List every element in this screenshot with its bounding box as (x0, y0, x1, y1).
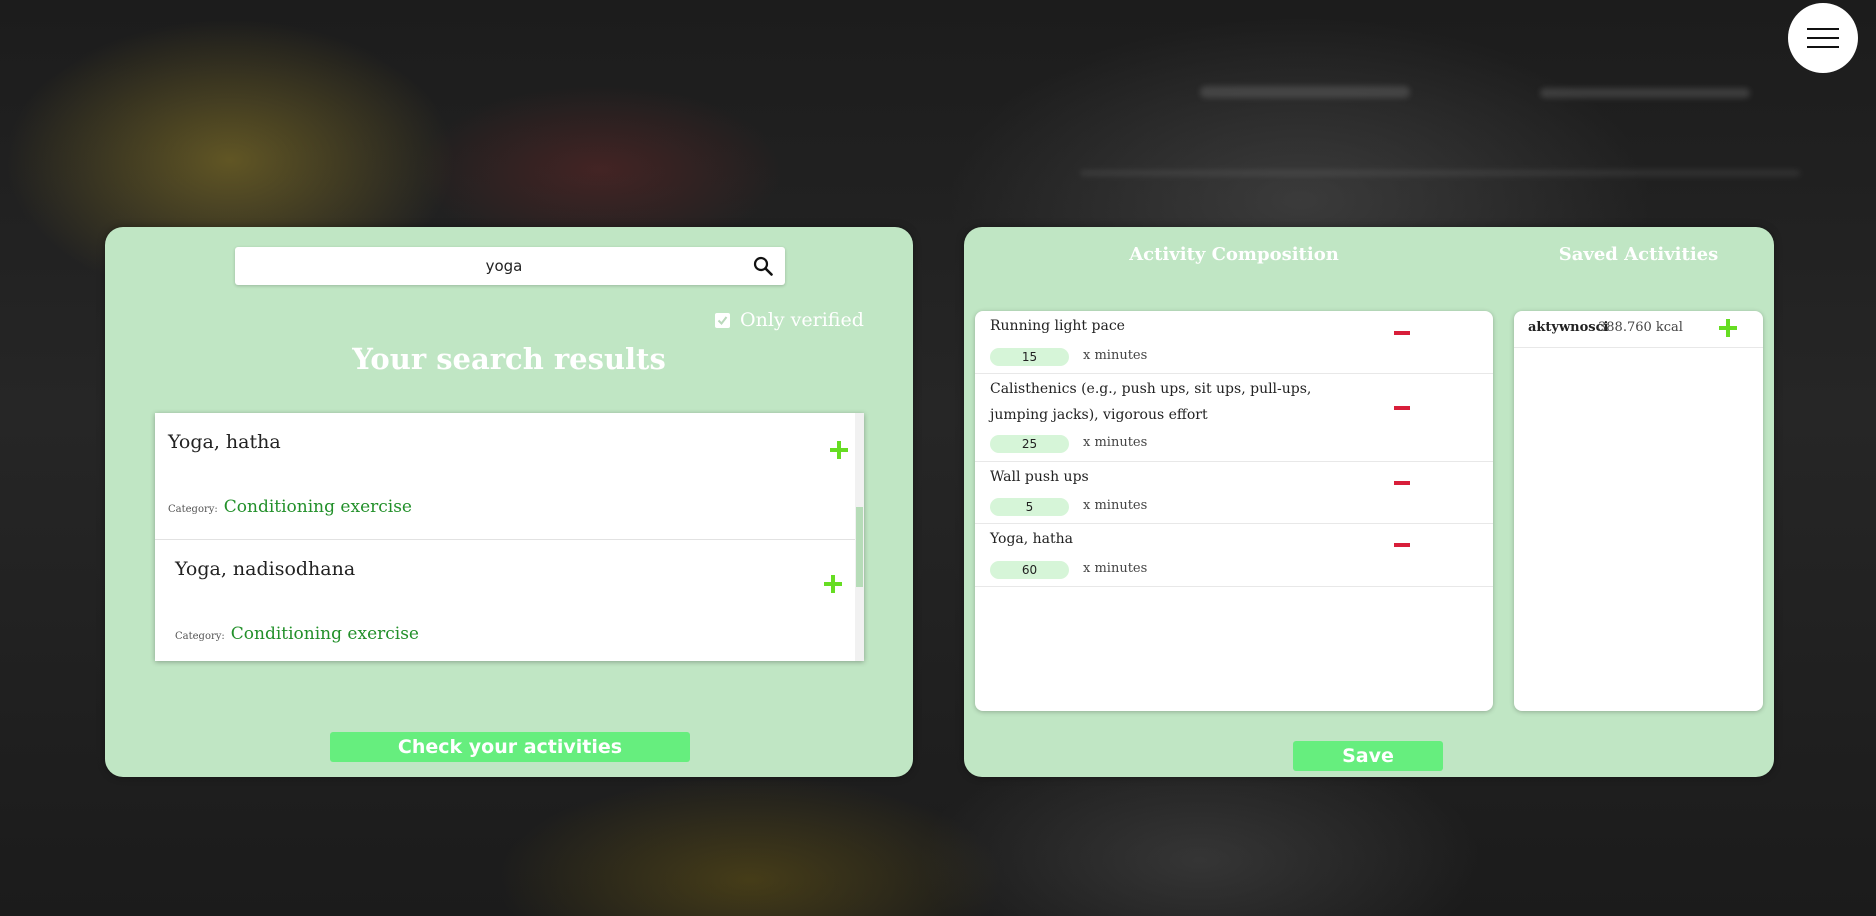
minutes-label: x minutes (1083, 348, 1148, 363)
menu-line (1807, 37, 1839, 39)
menu-line (1807, 46, 1839, 48)
background-blur (1540, 88, 1750, 98)
result-category: Category: Conditioning exercise (175, 624, 419, 644)
only-verified-checkbox[interactable] (715, 312, 730, 328)
composition-panel: Activity Composition Saved Activities Ru… (964, 227, 1774, 777)
composition-row: Wall push ups 5 x minutes (975, 462, 1493, 524)
menu-line (1807, 28, 1839, 30)
background-blur (1200, 86, 1410, 98)
result-item: Yoga, hatha Category: Conditioning exerc… (155, 413, 855, 540)
minutes-input[interactable]: 60 (990, 561, 1069, 579)
composition-activity-name: Wall push ups (990, 469, 1089, 485)
check-icon (717, 315, 728, 325)
result-name: Yoga, nadisodhana (175, 558, 356, 580)
category-label: Category: (168, 504, 218, 515)
hamburger-menu-button[interactable] (1788, 3, 1858, 73)
result-category: Category: Conditioning exercise (168, 497, 412, 517)
activity-composition-title: Activity Composition (1129, 244, 1339, 265)
results-scrollbar[interactable] (855, 413, 864, 661)
search-results-list[interactable]: Yoga, hatha Category: Conditioning exerc… (155, 413, 864, 661)
remove-activity-icon[interactable] (1394, 543, 1410, 547)
result-name: Yoga, hatha (168, 431, 281, 453)
saved-activity-kcal: 388.760 kcal (1598, 320, 1683, 335)
results-title: Your search results (352, 342, 666, 376)
remove-activity-icon[interactable] (1394, 481, 1410, 485)
remove-activity-icon[interactable] (1394, 406, 1410, 410)
activity-composition-list: Running light pace 15 x minutes Calisthe… (975, 311, 1493, 711)
remove-activity-icon[interactable] (1394, 331, 1410, 335)
add-saved-activity-icon[interactable] (1719, 319, 1737, 337)
minutes-label: x minutes (1083, 561, 1148, 576)
category-label: Category: (175, 631, 225, 642)
save-button[interactable]: Save (1293, 741, 1443, 771)
search-icon[interactable] (753, 256, 773, 276)
composition-activity-name: Calisthenics (e.g., push ups, sit ups, p… (990, 381, 1312, 423)
search-bar (235, 247, 785, 285)
minutes-input[interactable]: 15 (990, 348, 1069, 366)
only-verified-label: Only verified (740, 309, 864, 331)
minutes-label: x minutes (1083, 498, 1148, 513)
saved-activities-list: aktywnosci 388.760 kcal (1514, 311, 1763, 711)
saved-activity-name: aktywnosci (1528, 320, 1609, 335)
minutes-label: x minutes (1083, 435, 1148, 450)
search-input[interactable] (235, 247, 735, 285)
composition-row: Calisthenics (e.g., push ups, sit ups, p… (975, 374, 1493, 462)
add-activity-icon[interactable] (830, 441, 848, 459)
category-value: Conditioning exercise (230, 624, 419, 644)
minutes-input[interactable]: 5 (990, 498, 1069, 516)
background-blur (1080, 170, 1800, 176)
composition-activity-name: Running light pace (990, 318, 1125, 334)
search-panel: Only verified Your search results Yoga, … (105, 227, 913, 777)
composition-row: Yoga, hatha 60 x minutes (975, 524, 1493, 587)
only-verified-toggle[interactable]: Only verified (715, 309, 864, 331)
category-value: Conditioning exercise (223, 497, 412, 517)
add-activity-icon[interactable] (824, 575, 842, 593)
result-item: Yoga, nadisodhana Category: Conditioning… (155, 540, 855, 661)
composition-row: Running light pace 15 x minutes (975, 311, 1493, 374)
results-scroll-thumb[interactable] (856, 507, 863, 587)
composition-activity-name: Yoga, hatha (990, 531, 1074, 547)
saved-activity-row[interactable]: aktywnosci 388.760 kcal (1514, 311, 1763, 348)
minutes-input[interactable]: 25 (990, 435, 1069, 453)
saved-activities-title: Saved Activities (1558, 244, 1719, 265)
check-activities-button[interactable]: Check your activities (330, 732, 690, 762)
